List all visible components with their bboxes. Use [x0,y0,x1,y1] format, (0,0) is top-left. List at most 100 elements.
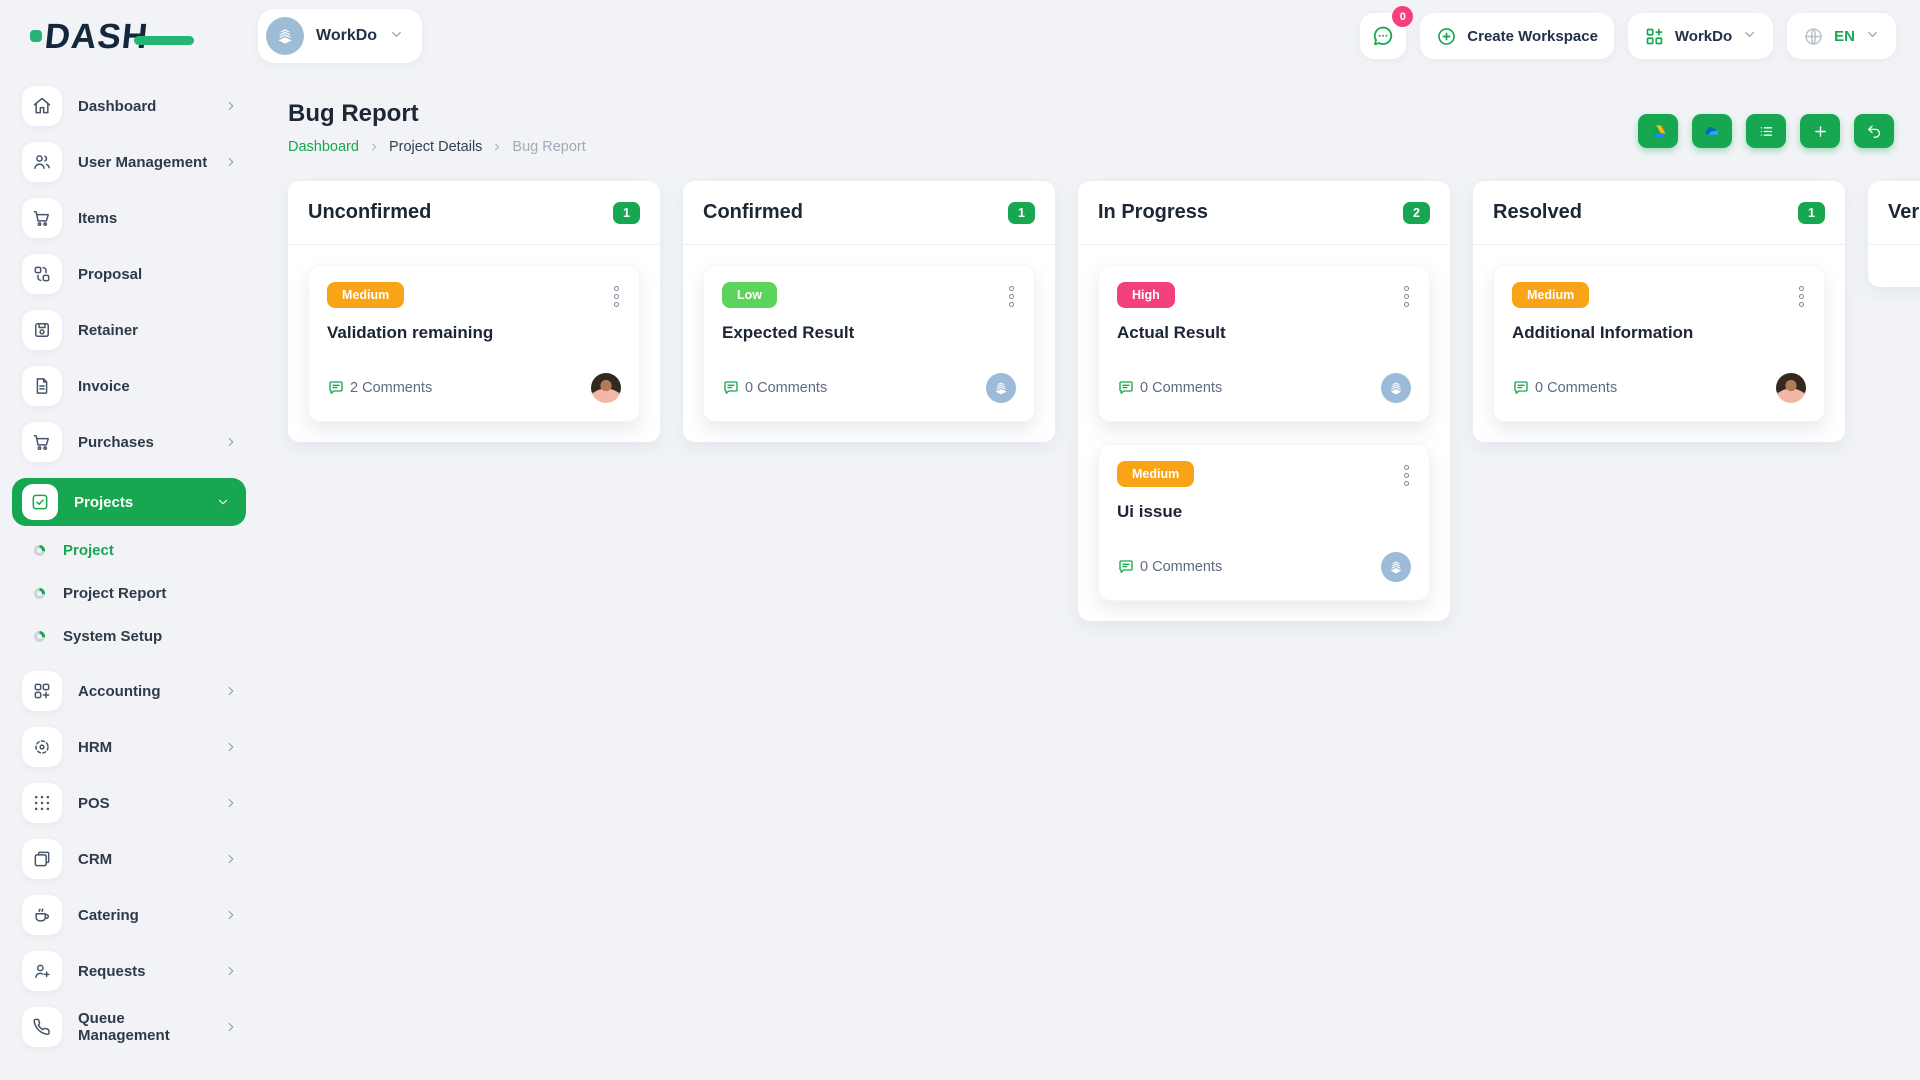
task-card-ui-issue[interactable]: Medium Ui issue 0 Comments [1098,444,1430,601]
sidebar-subitem-project[interactable]: Project [0,542,258,559]
card-top-row: Medium [327,282,621,311]
column-header: Resolved 1 [1473,181,1845,245]
card-top-row: Low [722,282,1016,311]
sidebar-item-user-management[interactable]: User Management [0,142,258,182]
toolbar-add-button[interactable] [1800,114,1840,148]
task-card-additional-information[interactable]: Medium Additional Information 0 Comments [1493,265,1825,422]
card-menu-kebab-icon[interactable] [1402,461,1411,490]
user-plus-icon [22,951,62,991]
column-title: Unconfirmed [308,201,431,224]
card-footer: 2 Comments [327,373,621,403]
sidebar-item-dashboard[interactable]: Dashboard [0,86,258,126]
sidebar-item-purchases[interactable]: Purchases [0,422,258,462]
apps-menu-button[interactable]: WorkDo [1628,13,1773,59]
toolbar-list-view-button[interactable] [1746,114,1786,148]
logo-accent-dot [30,30,42,42]
app-logo: DASH [30,19,258,54]
sidebar-subitem-label: System Setup [63,628,162,645]
comment-icon [1117,379,1135,397]
users-icon [22,142,62,182]
sidebar-item-projects[interactable]: Projects [12,478,246,526]
sidebar-subitem-system-setup[interactable]: System Setup [0,628,258,645]
task-card-validation-remaining[interactable]: Medium Validation remaining 2 Comments [308,265,640,422]
sidebar-item-label: Items [78,210,117,227]
sidebar-item-pos[interactable]: POS [0,783,258,823]
chevron-right-icon [224,908,238,922]
onedrive-icon [1704,123,1721,140]
create-workspace-label: Create Workspace [1467,28,1598,45]
language-menu-button[interactable]: EN [1787,13,1896,59]
sidebar-item-invoice[interactable]: Invoice [0,366,258,406]
home-icon [22,86,62,126]
breadcrumb: DashboardProject DetailsBug Report [288,139,586,155]
card-top-row: Medium [1512,282,1806,311]
card-title: Actual Result [1117,323,1411,343]
logo-text: DASH [43,19,150,54]
comment-icon [327,379,345,397]
toolbar-google-drive-button[interactable] [1638,114,1678,148]
column-count-badge: 1 [1008,202,1035,224]
task-card-expected-result[interactable]: Low Expected Result 0 Comments [703,265,1035,422]
column-body: High Actual Result 0 Comments Medium Ui … [1078,245,1450,621]
breadcrumb-project-details[interactable]: Project Details [389,139,482,155]
priority-badge: Medium [1117,461,1194,487]
card-footer: 0 Comments [1117,552,1411,582]
column-body: Medium Validation remaining 2 Comments [288,245,660,442]
column-body: Medium Additional Information 0 Comments [1473,245,1845,442]
logo-accent-bar [134,36,194,45]
assignee-avatar [591,373,621,403]
comment-icon [1117,558,1135,576]
google-drive-icon [1650,123,1667,140]
sidebar-item-items[interactable]: Items [0,198,258,238]
workspace-switcher[interactable]: WorkDo [258,9,422,63]
toolbar-back-button[interactable] [1854,114,1894,148]
breadcrumb-dashboard[interactable]: Dashboard [288,139,359,155]
language-label: EN [1834,28,1855,45]
sidebar-item-accounting[interactable]: Accounting [0,671,258,711]
column-count-badge: 1 [1798,202,1825,224]
messages-button[interactable]: 0 [1360,13,1406,59]
task-card-actual-result[interactable]: High Actual Result 0 Comments [1098,265,1430,422]
cart-icon [22,198,62,238]
column-header: Confirmed 1 [683,181,1055,245]
sidebar-item-label: HRM [78,739,112,756]
card-menu-kebab-icon[interactable] [1007,282,1016,311]
assignee-avatar [1381,552,1411,582]
sidebar-item-proposal[interactable]: Proposal [0,254,258,294]
chevron-right-icon [491,141,503,153]
create-workspace-button[interactable]: Create Workspace [1420,13,1614,59]
sidebar-item-requests[interactable]: Requests [0,951,258,991]
grid-plus-icon [22,671,62,711]
column-count-badge: 2 [1403,202,1430,224]
comments-count: 0 Comments [1140,559,1222,575]
card-menu-kebab-icon[interactable] [1402,282,1411,311]
sidebar-item-retainer[interactable]: Retainer [0,310,258,350]
workspace-avatar-building-icon [266,17,304,55]
sidebar-subitem-project-report[interactable]: Project Report [0,585,258,602]
kanban-column-confirmed: Confirmed 1 Low Expected Result 0 Commen… [683,181,1055,442]
comments-indicator: 0 Comments [1512,379,1617,397]
apps-grid-icon [1644,26,1665,47]
sidebar-item-label: Retainer [78,322,138,339]
sidebar-item-hrm[interactable]: HRM [0,727,258,767]
plus-icon [1812,123,1829,140]
card-menu-kebab-icon[interactable] [612,282,621,311]
kanban-board: Unconfirmed 1 Medium Validation remainin… [288,181,1920,621]
card-title: Ui issue [1117,502,1411,522]
toolbar-onedrive-button[interactable] [1692,114,1732,148]
page-title: Bug Report [288,100,586,128]
kanban-column-unconfirmed: Unconfirmed 1 Medium Validation remainin… [288,181,660,442]
check-square-icon [22,484,58,520]
sidebar-item-crm[interactable]: CRM [0,839,258,879]
kanban-column-resolved: Resolved 1 Medium Additional Information… [1473,181,1845,442]
chevron-right-icon [224,796,238,810]
chevron-down-icon [1742,27,1757,46]
coffee-icon [22,895,62,935]
sidebar-item-label: User Management [78,154,207,171]
sidebar-item-catering[interactable]: Catering [0,895,258,935]
sidebar-item-label: Catering [78,907,139,924]
card-menu-kebab-icon[interactable] [1797,282,1806,311]
phone-icon [22,1007,62,1047]
sidebar-item-queue-management[interactable]: Queue Management [0,1007,258,1047]
card-top-row: High [1117,282,1411,311]
